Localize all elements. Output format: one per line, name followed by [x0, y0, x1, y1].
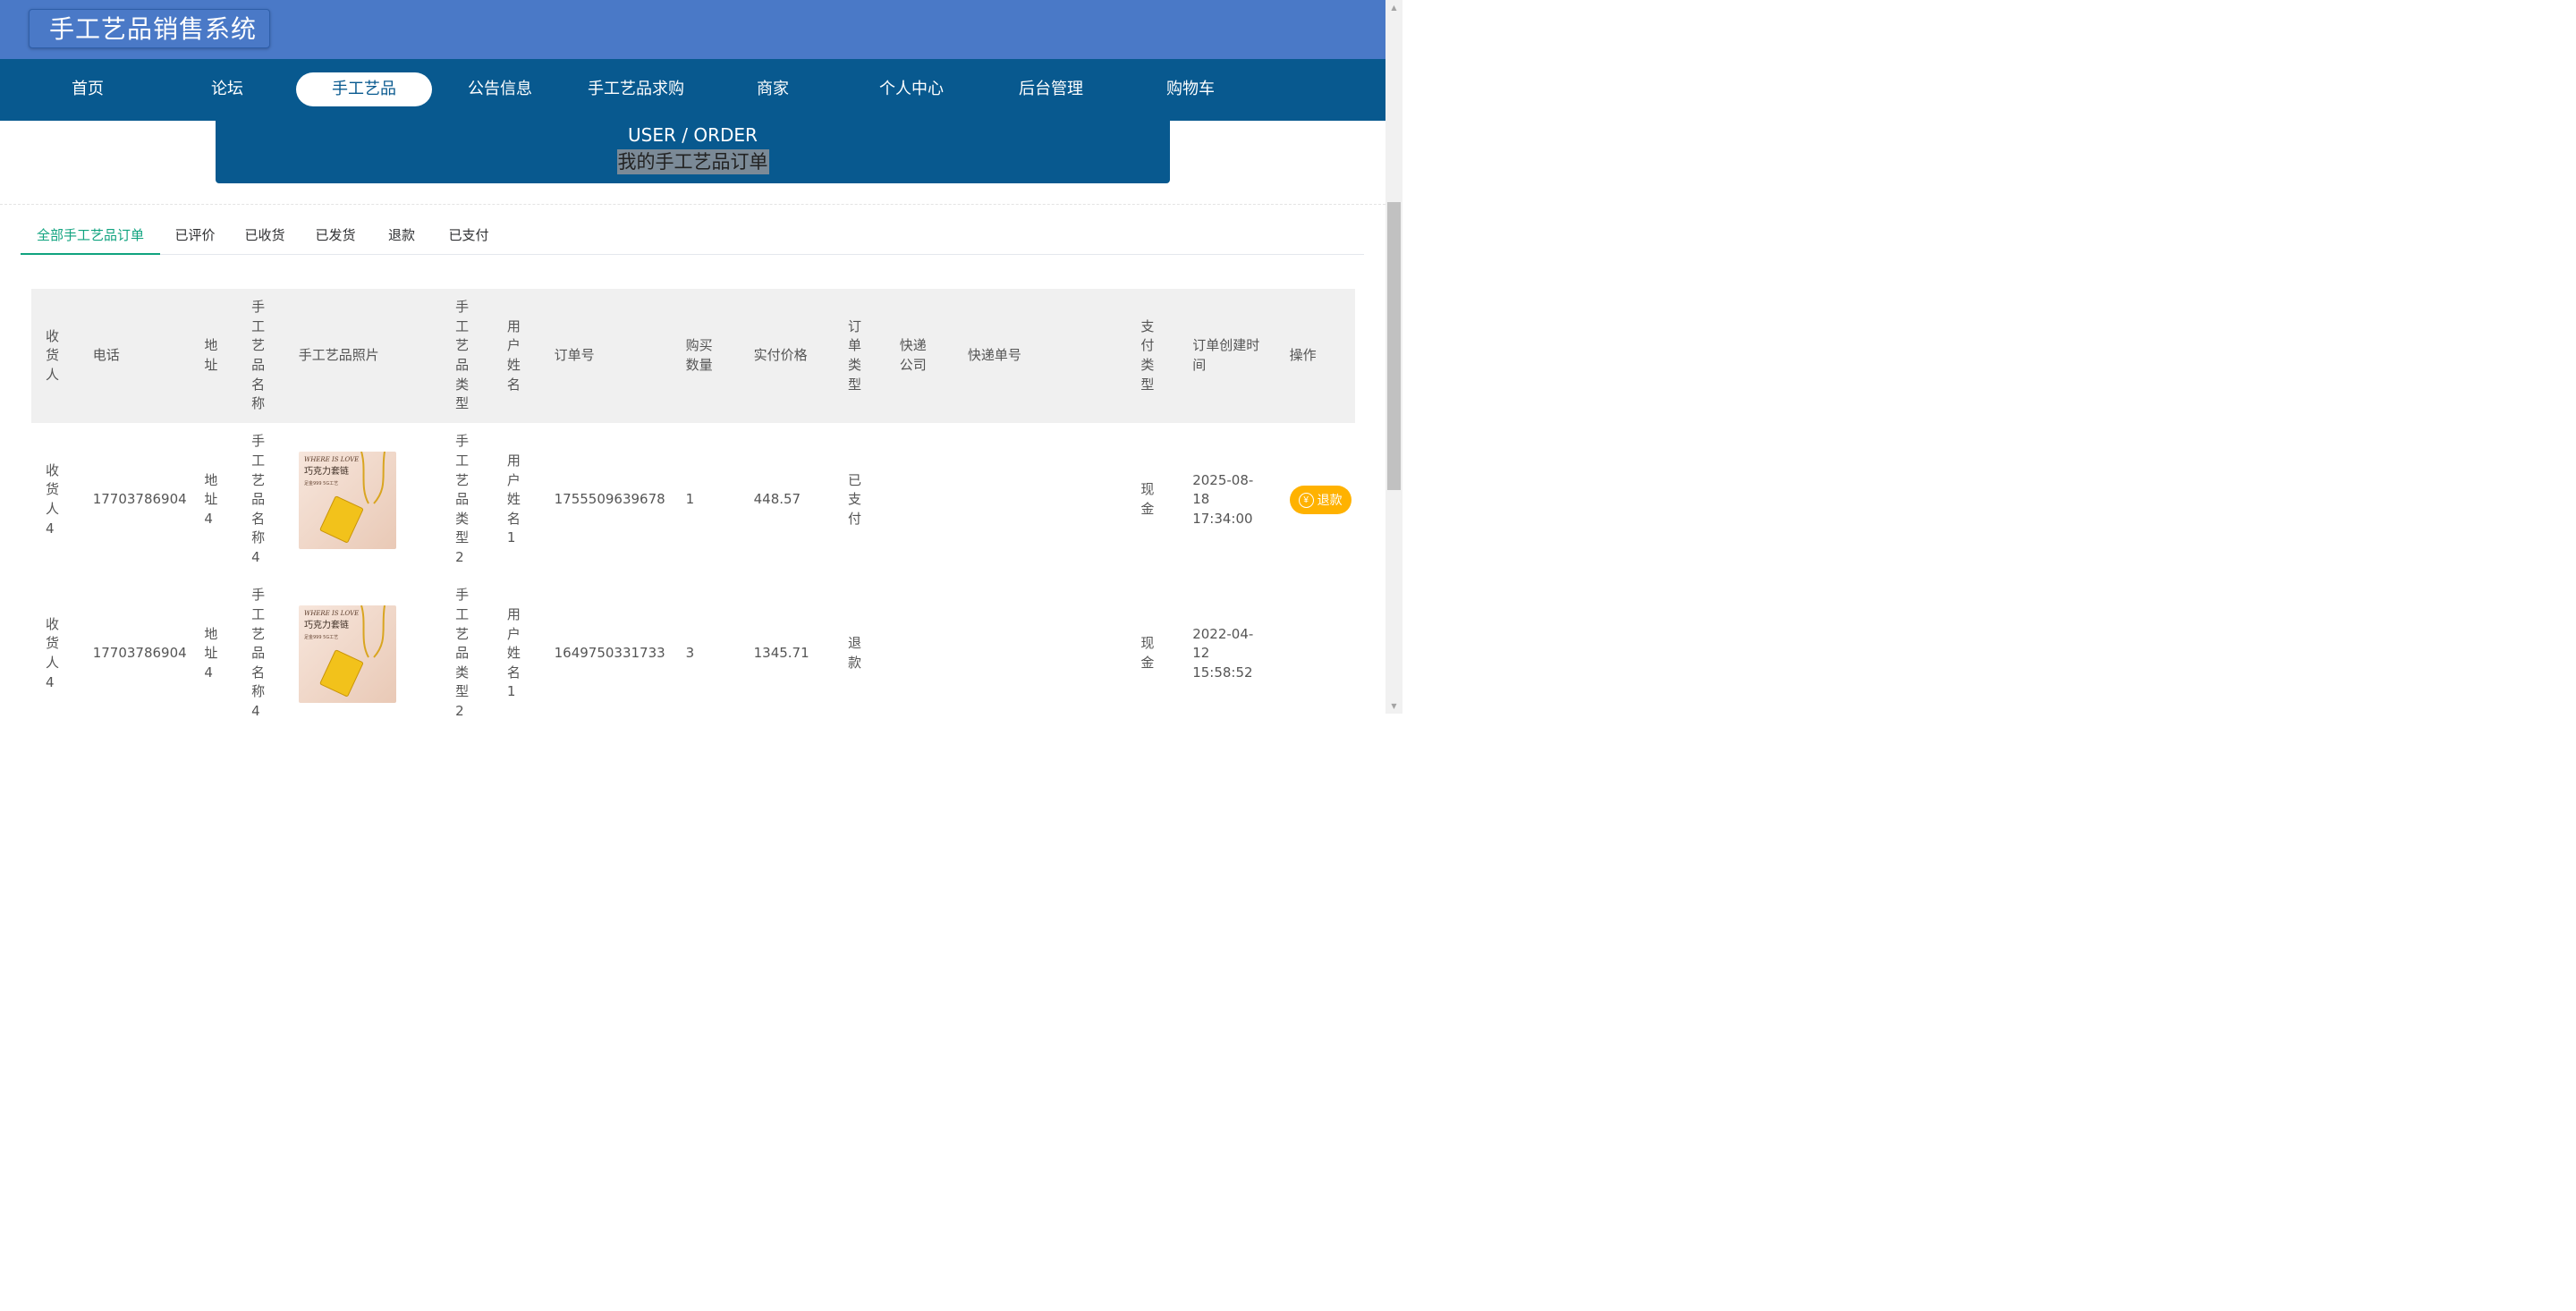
header-express-no: 快递单号: [953, 289, 1127, 423]
header-express-company: 快递公司: [899, 337, 927, 373]
photo-caption-1: WHERE IS LOVE: [304, 610, 359, 617]
scroll-down-arrow-icon[interactable]: ▼: [1385, 698, 1402, 714]
nav-item-home[interactable]: 首页: [20, 72, 156, 106]
header-craft-name: 手工艺品名称: [251, 299, 266, 412]
cell-craft-name: 手工艺品名称4: [251, 587, 266, 719]
cell-order-type: 已支付: [848, 471, 862, 527]
header-order-type: 订单类型: [848, 317, 862, 393]
craft-photo[interactable]: WHERE IS LOVE 巧克力套链 足金999 5G工艺: [298, 451, 396, 549]
photo-caption-1: WHERE IS LOVE: [304, 456, 359, 463]
header-phone: 电话: [78, 289, 191, 423]
nav-item-admin[interactable]: 后台管理: [983, 72, 1119, 106]
cell-craft-name: 手工艺品名称4: [251, 433, 266, 565]
header-receiver: 收货人: [46, 327, 60, 383]
cell-user-name: 用户姓名1: [506, 606, 521, 700]
banner-title-en: USER / ORDER: [628, 124, 758, 146]
header-price: 实付价格: [739, 289, 835, 423]
main-nav: 首页 论坛 手工艺品 公告信息 手工艺品求购 商家 个人中心 后台管理 购物车: [0, 59, 1385, 121]
banner-title-cn: 我的手工艺品订单: [616, 149, 769, 174]
yen-icon: ¥: [1298, 492, 1314, 508]
nav-item-announcements[interactable]: 公告信息: [432, 72, 568, 106]
page-banner: USER / ORDER 我的手工艺品订单: [216, 121, 1170, 183]
vertical-scrollbar[interactable]: ▲ ▼: [1385, 0, 1402, 714]
nav-item-craft-requests[interactable]: 手工艺品求购: [568, 72, 704, 106]
table-row: 收货人4 17703786904 地址4 手工艺品名称4 WHERE IS LO…: [31, 423, 1355, 577]
cell-receiver: 收货人4: [46, 461, 60, 537]
cell-order-no: 1755509639678: [554, 491, 665, 508]
cell-phone: 17703786904: [92, 491, 187, 508]
section-divider: [0, 204, 1385, 205]
tab-received[interactable]: 已收货: [241, 217, 289, 253]
tab-refund[interactable]: 退款: [382, 217, 421, 253]
nav-item-personal-center[interactable]: 个人中心: [843, 72, 979, 106]
cell-receiver: 收货人4: [46, 615, 60, 690]
nav-item-merchants[interactable]: 商家: [705, 72, 841, 106]
header-action: 操作: [1275, 289, 1355, 423]
photo-caption-2: 巧克力套链: [304, 465, 349, 477]
cell-address: 地址4: [204, 471, 218, 527]
cell-phone: 17703786904: [92, 645, 187, 662]
cell-order-type: 退款: [848, 635, 862, 671]
nav-item-crafts[interactable]: 手工艺品: [296, 72, 432, 106]
cell-quantity: 1: [685, 491, 695, 508]
top-header: 手工艺品销售系统: [0, 0, 1385, 59]
header-user-name: 用户姓名: [506, 317, 521, 393]
app-title[interactable]: 手工艺品销售系统: [29, 9, 270, 48]
header-craft-type: 手工艺品类型: [455, 299, 470, 412]
header-address: 地址: [204, 337, 218, 373]
header-pay-type: 支付类型: [1140, 317, 1155, 393]
cell-express-company: [886, 423, 953, 577]
refund-button-label: 退款: [1317, 493, 1343, 507]
cell-user-name: 用户姓名1: [506, 453, 521, 546]
cell-pay-type: 现金: [1140, 635, 1155, 671]
order-tabs: 全部手工艺品订单 已评价 已收货 已发货 退款 已支付: [21, 217, 1364, 255]
craft-photo[interactable]: WHERE IS LOVE 巧克力套链 足金999 5G工艺: [298, 605, 396, 703]
refund-button[interactable]: ¥ 退款: [1289, 486, 1352, 514]
scroll-thumb[interactable]: [1387, 202, 1401, 490]
header-order-no: 订单号: [539, 289, 672, 423]
header-craft-photo: 手工艺品照片: [284, 289, 442, 423]
tab-shipped[interactable]: 已发货: [311, 217, 360, 253]
photo-caption-3: 足金999 5G工艺: [304, 634, 338, 640]
nav-item-cart[interactable]: 购物车: [1123, 72, 1258, 106]
header-created-at: 订单创建时间: [1192, 337, 1260, 373]
cell-quantity: 3: [685, 645, 695, 662]
cell-order-no: 1649750331733: [554, 645, 665, 662]
scroll-up-arrow-icon[interactable]: ▲: [1385, 0, 1402, 15]
tab-paid[interactable]: 已支付: [445, 217, 493, 253]
table-row: 收货人4 17703786904 地址4 手工艺品名称4 WHERE IS LO…: [31, 577, 1355, 731]
cell-craft-type: 手工艺品类型2: [455, 587, 470, 719]
photo-caption-3: 足金999 5G工艺: [304, 480, 338, 486]
cell-express-company: [886, 577, 953, 731]
header-quantity: 购买数量: [685, 337, 713, 373]
orders-table: 收货人 电话 地址 手工艺品名称 手工艺品照片 手工艺品类型 用户姓名 订单号 …: [31, 289, 1355, 731]
tab-all-orders[interactable]: 全部手工艺品订单: [21, 217, 160, 255]
cell-address: 地址4: [204, 625, 218, 681]
cell-created-at: 2025-08-18 17:34:00: [1192, 471, 1254, 527]
photo-caption-2: 巧克力套链: [304, 619, 349, 630]
cell-pay-type: 现金: [1140, 481, 1155, 517]
cell-express-no: [953, 423, 1127, 577]
cell-created-at: 2022-04-12 15:58:52: [1192, 625, 1254, 681]
cell-price: 448.57: [753, 491, 801, 508]
nav-item-forum[interactable]: 论坛: [159, 72, 295, 106]
cell-craft-type: 手工艺品类型2: [455, 433, 470, 565]
cell-action: [1275, 577, 1355, 731]
cell-price: 1345.71: [753, 645, 809, 662]
cell-express-no: [953, 577, 1127, 731]
table-header-row: 收货人 电话 地址 手工艺品名称 手工艺品照片 手工艺品类型 用户姓名 订单号 …: [31, 289, 1355, 423]
tab-reviewed[interactable]: 已评价: [171, 217, 219, 253]
